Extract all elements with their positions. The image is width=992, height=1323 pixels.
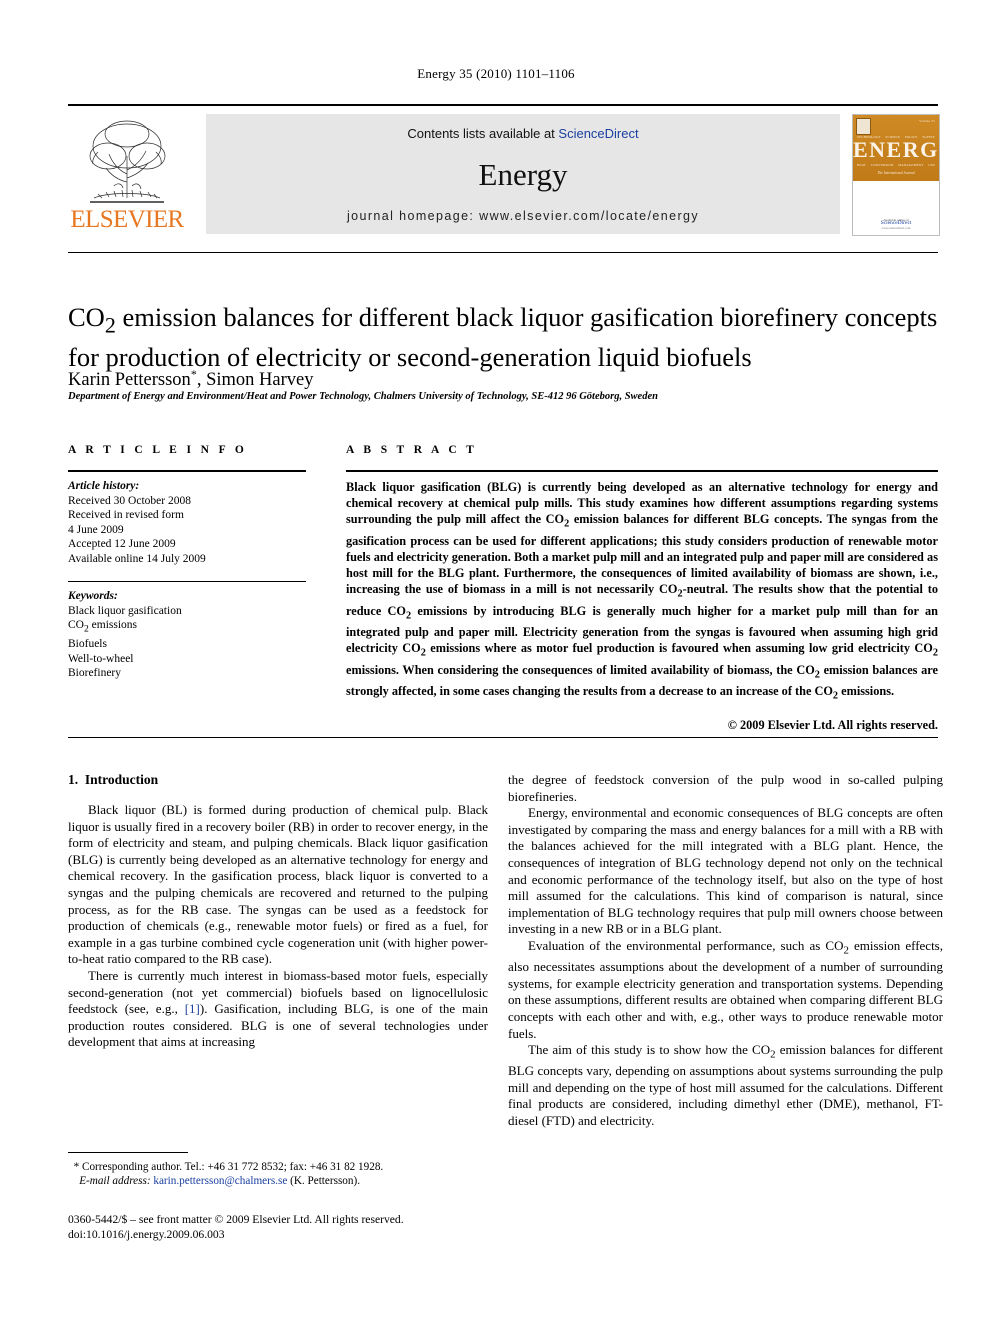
sciencedirect-link[interactable]: ScienceDirect	[558, 126, 638, 141]
keyword-item: Biofuels	[68, 638, 107, 651]
email-note: E-mail address: karin.pettersson@chalmer…	[68, 1174, 488, 1188]
paragraph: Energy, environmental and economic conse…	[508, 805, 943, 937]
corresponding-author-text: Corresponding author. Tel.: +46 31 772 8…	[81, 1161, 384, 1173]
history-item: Available online 14 July 2009	[68, 552, 206, 565]
contents-available-text: Contents lists available at	[407, 126, 559, 141]
title-subscript: 2	[104, 312, 116, 338]
author-secondary: , Simon Harvey	[196, 370, 314, 391]
cover-top-panel: Volume 35 TECHNOLOGY SCIENCE POLICY SUPP…	[853, 115, 939, 181]
running-head: Energy 35 (2010) 1101–1106	[417, 66, 575, 81]
doi-line: doi:10.1016/j.energy.2009.06.003	[68, 1228, 225, 1241]
abstract-copyright: © 2009 Elsevier Ltd. All rights reserved…	[727, 717, 938, 732]
journal-masthead: ELSEVIER Contents lists available at Sci…	[68, 104, 940, 236]
body-divider	[68, 737, 938, 738]
cover-bottom-panel: Available online at ScienceDirect www.sc…	[853, 181, 939, 234]
issn-front-matter: 0360-5442/$ – see front matter © 2009 El…	[68, 1213, 404, 1226]
journal-header-box: Contents lists available at ScienceDirec…	[206, 114, 840, 234]
paragraph: The aim of this study is to show how the…	[508, 1042, 944, 1129]
journal-cover-thumbnail[interactable]: Volume 35 TECHNOLOGY SCIENCE POLICY SUPP…	[852, 114, 940, 236]
cover-topics-bottom: HEAT CONVERSION MANAGEMENT USE	[857, 163, 935, 167]
article-info-rule	[68, 470, 306, 472]
title-divider	[68, 252, 938, 253]
abstract-rule	[346, 470, 938, 472]
history-item: 4 June 2009	[68, 523, 124, 536]
section-heading-introduction: 1. Introduction	[68, 772, 488, 788]
cover-issue-label: Volume 35	[919, 119, 935, 123]
author-primary: Karin Pettersson	[68, 370, 191, 391]
cover-sciencedirect-url: www.sciencedirect.com	[881, 226, 911, 230]
paragraph: the degree of feedstock conversion of th…	[508, 772, 943, 804]
keyword-item: Biorefinery	[68, 667, 122, 680]
body-column-right: the degree of feedstock conversion of th…	[508, 772, 943, 1130]
email-owner: (K. Pettersson).	[290, 1175, 361, 1188]
title-text-part2: emission balances for different black li…	[68, 301, 938, 373]
elsevier-wordmark: ELSEVIER	[70, 206, 184, 233]
paragraph: Black liquor (BL) is formed during produ…	[68, 802, 488, 967]
email-label: E-mail address:	[79, 1175, 151, 1188]
elsevier-tree-icon	[89, 120, 166, 203]
journal-homepage-link[interactable]: journal homepage: www.elsevier.com/locat…	[206, 209, 840, 223]
cover-elsevier-mini-logo-icon	[856, 118, 871, 135]
page-title: CO2 emission balances for different blac…	[68, 301, 948, 374]
body-column-left: 1. Introduction Black liquor (BL) is for…	[68, 772, 488, 1051]
contents-available-line: Contents lists available at ScienceDirec…	[206, 114, 840, 141]
history-item: Received in revised form	[68, 509, 184, 522]
imprint-block: 0360-5442/$ – see front matter © 2009 El…	[68, 1212, 538, 1242]
keyword-item: Well-to-wheel	[68, 652, 134, 665]
title-text-part1: CO	[68, 301, 105, 332]
keywords-rule	[68, 580, 306, 583]
footnote-block: * Corresponding author. Tel.: +46 31 772…	[68, 1152, 488, 1189]
history-item: Accepted 12 June 2009	[68, 538, 176, 551]
cover-subtitle: The International Journal	[877, 171, 915, 175]
cover-topic: MANAGEMENT	[898, 163, 924, 167]
section-title-text: Introduction	[84, 772, 159, 787]
masthead-top-rule	[68, 104, 938, 106]
cover-topic: CONVERSION	[870, 163, 894, 167]
journal-title: Energy	[478, 157, 568, 192]
keywords-block: Keywords: Black liquor gasification CO2 …	[68, 589, 306, 681]
elsevier-logo: ELSEVIER	[68, 112, 186, 234]
journal-article-page: Energy 35 (2010) 1101–1106 ELSEVIER Cont…	[0, 0, 992, 1323]
abstract-text: Black liquor gasification (BLG) is curre…	[346, 480, 938, 702]
keywords-label: Keywords:	[68, 590, 118, 603]
article-body: 1. Introduction Black liquor (BL) is for…	[68, 772, 943, 1202]
footnote-marker: *	[73, 1161, 80, 1173]
cover-sciencedirect-logo: ScienceDirect www.sciencedirect.com	[853, 220, 939, 230]
cover-topic: HEAT	[857, 163, 866, 167]
citation-link-1[interactable]: [1]	[185, 1001, 200, 1016]
footnote-rule	[68, 1152, 188, 1153]
section-number: 1.	[68, 772, 79, 787]
history-item: Received 30 October 2008	[68, 494, 191, 507]
keyword-item: CO2 emissions	[68, 619, 138, 635]
article-info-column: A R T I C L E I N F O Article history: R…	[68, 444, 306, 681]
email-link[interactable]: karin.pettersson@chalmers.se	[153, 1175, 287, 1187]
keyword-item: Black liquor gasification	[68, 604, 182, 617]
cover-topic: USE	[928, 163, 935, 167]
abstract-heading: A B S T R A C T	[346, 444, 478, 456]
article-history-block: Article history: Received 30 October 200…	[68, 479, 306, 567]
abstract-column: A B S T R A C T Black liquor gasificatio…	[346, 444, 938, 733]
paragraph-with-citation: There is currently much interest in biom…	[68, 968, 488, 1051]
author-list: Karin Pettersson*, Simon Harvey	[68, 367, 938, 391]
corresponding-author-note: * Corresponding author. Tel.: +46 31 772…	[68, 1160, 488, 1174]
paragraph: Evaluation of the environmental performa…	[508, 937, 943, 1041]
author-affiliation: Department of Energy and Environment/Hea…	[68, 391, 658, 402]
cover-title: ENERGY	[853, 137, 939, 162]
article-info-heading: A R T I C L E I N F O	[68, 444, 248, 456]
article-history-label: Article history:	[68, 480, 140, 492]
